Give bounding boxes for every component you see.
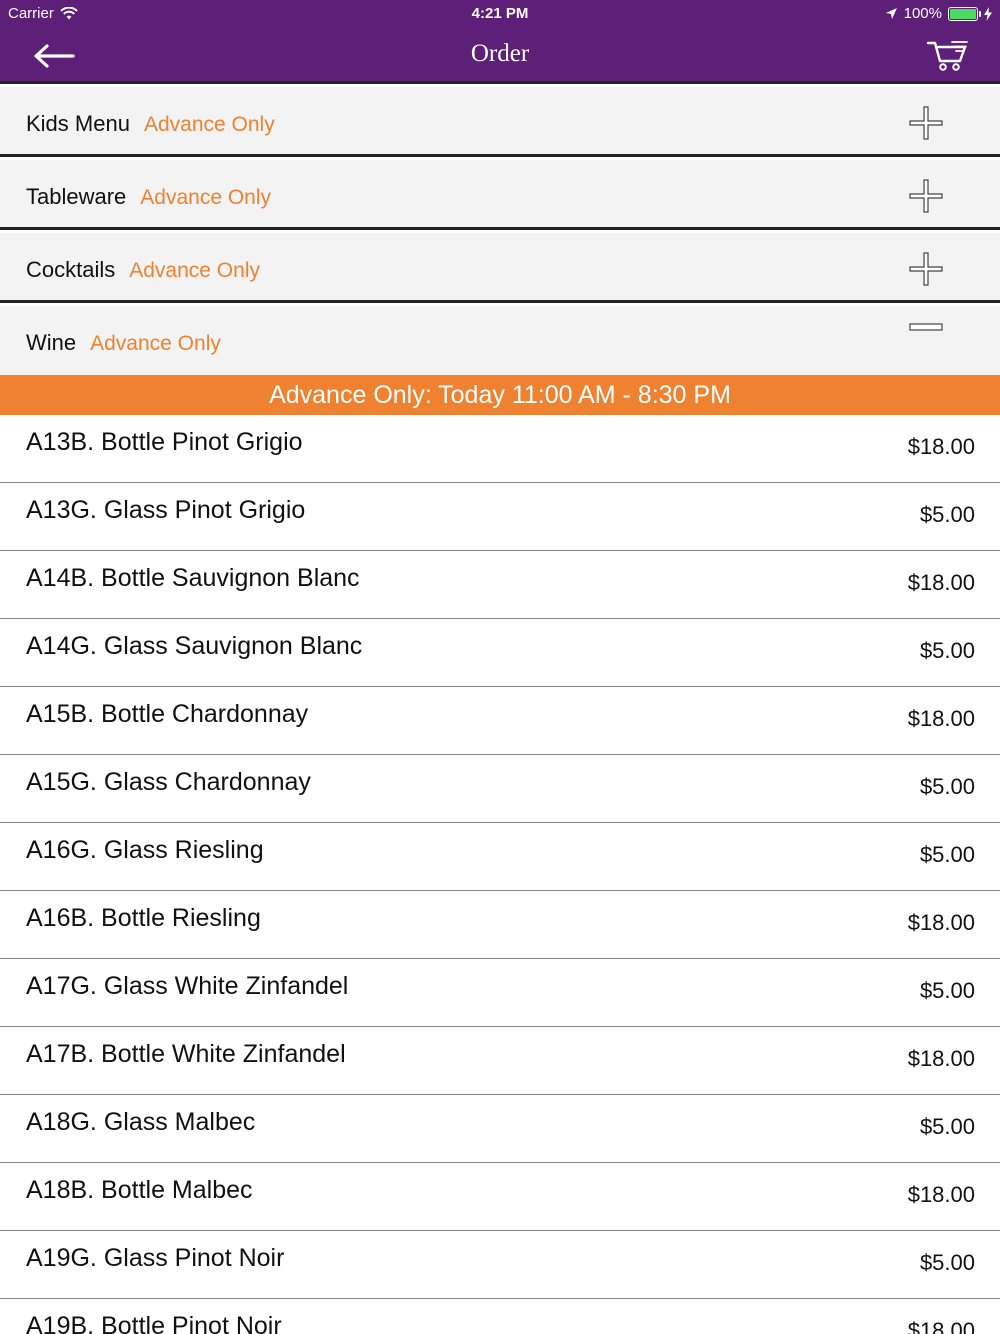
menu-item[interactable]: A18B. Bottle Malbec $18.00 [0, 1163, 1000, 1231]
menu-item-price: $18.00 [907, 910, 975, 935]
menu-item-price: $5.00 [919, 502, 975, 527]
availability-banner: Advance Only: Today 11:00 AM - 8:30 PM [0, 375, 1000, 415]
status-time: 4:21 PM [471, 5, 529, 22]
menu-item[interactable]: A19G. Glass Pinot Noir $5.00 [0, 1231, 1000, 1299]
menu-item-name: A15G. Glass Chardonnay [26, 768, 311, 796]
category-row-tableware[interactable]: Tableware Advance Only [0, 160, 1000, 230]
category-name: Wine [26, 330, 77, 355]
category-label: Cocktails Advance Only [26, 257, 260, 283]
navigation-bar: Order [0, 28, 1000, 84]
category-label: Kids Menu Advance Only [26, 111, 275, 137]
menu-item[interactable]: A13B. Bottle Pinot Grigio $18.00 [0, 415, 1000, 483]
menu-item-price: $18.00 [907, 706, 975, 731]
back-arrow-icon [34, 44, 75, 68]
menu-item-name: A15B. Bottle Chardonnay [26, 700, 309, 728]
menu-item-name: A19B. Bottle Pinot Noir [26, 1312, 282, 1334]
menu-item[interactable]: A16G. Glass Riesling $5.00 [0, 823, 1000, 891]
menu-item-name: A18B. Bottle Malbec [26, 1176, 253, 1204]
page-title: Order [470, 40, 530, 67]
status-right-group: 100% [885, 5, 992, 22]
plus-icon[interactable] [906, 249, 946, 289]
category-label: Tableware Advance Only [26, 184, 271, 210]
category-tag: Advance Only [90, 332, 221, 355]
menu-item[interactable]: A15B. Bottle Chardonnay $18.00 [0, 687, 1000, 755]
menu-item-price: $18.00 [907, 1046, 975, 1071]
menu-item[interactable]: A17G. Glass White Zinfandel $5.00 [0, 959, 1000, 1027]
menu-item-name: A14G. Glass Sauvignon Blanc [26, 632, 363, 660]
menu-item-price: $18.00 [907, 1182, 975, 1207]
menu-item-name: A16G. Glass Riesling [26, 836, 264, 864]
battery-icon [948, 6, 981, 21]
category-tag: Advance Only [129, 259, 260, 282]
status-bar: Carrier 4:21 PM 100% [0, 0, 1000, 28]
menu-item-price: $5.00 [919, 978, 975, 1003]
minus-icon[interactable] [906, 308, 946, 348]
menu-item-name: A13B. Bottle Pinot Grigio [26, 428, 303, 456]
menu-item-name: A19G. Glass Pinot Noir [26, 1244, 285, 1272]
menu-item-name: A16B. Bottle Riesling [26, 904, 261, 932]
menu-item-price: $5.00 [919, 774, 975, 799]
menu-item-name: A18G. Glass Malbec [26, 1108, 256, 1136]
plus-icon[interactable] [906, 103, 946, 143]
category-name: Tableware [26, 184, 127, 209]
menu-item[interactable]: A19B. Bottle Pinot Noir $18.00 [0, 1299, 1000, 1334]
plus-icon[interactable] [906, 176, 946, 216]
category-row-kids-menu[interactable]: Kids Menu Advance Only [0, 87, 1000, 157]
menu-item-price: $5.00 [919, 1250, 975, 1275]
cart-icon [926, 41, 968, 71]
location-arrow-icon [885, 8, 897, 19]
back-button[interactable] [28, 38, 80, 74]
category-row-wine[interactable]: Wine Advance Only [0, 306, 1000, 375]
menu-item-price: $5.00 [919, 1114, 975, 1139]
menu-item-name: A17G. Glass White Zinfandel [26, 972, 349, 1000]
menu-item-price: $18.00 [907, 1318, 975, 1334]
menu-item[interactable]: A13G. Glass Pinot Grigio $5.00 [0, 483, 1000, 551]
menu-item[interactable]: A17B. Bottle White Zinfandel $18.00 [0, 1027, 1000, 1095]
category-tag: Advance Only [143, 113, 275, 136]
menu-item-price: $5.00 [919, 638, 975, 663]
menu-item-name: A13G. Glass Pinot Grigio [26, 496, 306, 524]
menu-item[interactable]: A14B. Bottle Sauvignon Blanc $18.00 [0, 551, 1000, 619]
charging-bolt-icon [984, 6, 992, 21]
menu-item-name: A14B. Bottle Sauvignon Blanc [26, 564, 360, 592]
category-label: Wine Advance Only [26, 330, 221, 356]
category-name: Kids Menu [26, 111, 130, 136]
menu-item-price: $18.00 [907, 434, 975, 459]
category-row-cocktails[interactable]: Cocktails Advance Only [0, 233, 1000, 303]
menu-item[interactable]: A18G. Glass Malbec $5.00 [0, 1095, 1000, 1163]
category-name: Cocktails [26, 257, 116, 282]
category-tag: Advance Only [140, 186, 272, 209]
menu-item[interactable]: A16B. Bottle Riesling $18.00 [0, 891, 1000, 959]
cart-button[interactable] [924, 36, 972, 76]
menu-item[interactable]: A15G. Glass Chardonnay $5.00 [0, 755, 1000, 823]
menu-item-price: $5.00 [919, 842, 975, 867]
battery-percent: 100% [903, 5, 942, 22]
menu-item-name: A17B. Bottle White Zinfandel [26, 1040, 346, 1068]
menu-item-list: A13B. Bottle Pinot Grigio $18.00 A13G. G… [0, 415, 1000, 1334]
menu-item[interactable]: A14G. Glass Sauvignon Blanc $5.00 [0, 619, 1000, 687]
menu-item-price: $18.00 [907, 570, 975, 595]
